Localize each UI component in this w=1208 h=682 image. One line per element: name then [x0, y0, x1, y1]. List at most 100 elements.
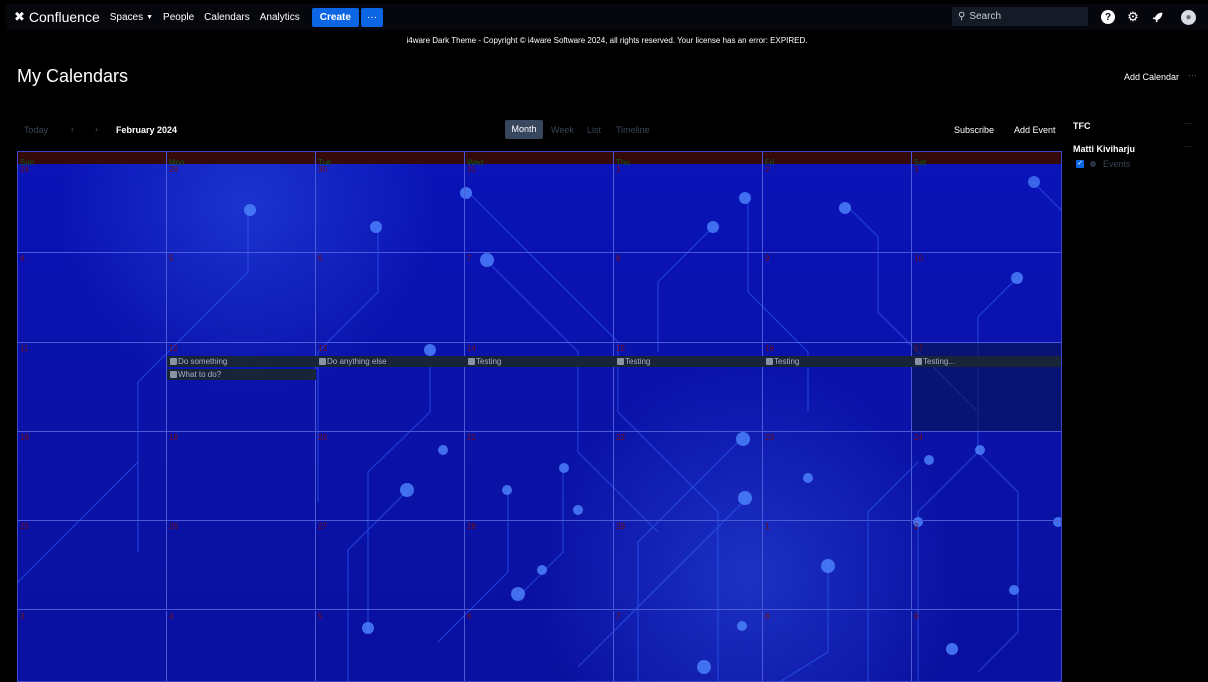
- add-event-button[interactable]: Add Event: [1014, 125, 1056, 135]
- day-number[interactable]: 6: [467, 612, 471, 621]
- day-number[interactable]: 13: [318, 344, 327, 353]
- day-cell[interactable]: 7: [614, 610, 763, 681]
- day-cell[interactable]: 6: [316, 253, 465, 343]
- day-cell[interactable]: 2: [912, 521, 1061, 611]
- day-cell[interactable]: 21: [465, 431, 614, 522]
- day-cell[interactable]: 25: [18, 521, 167, 611]
- day-number[interactable]: 23: [765, 433, 774, 442]
- day-number[interactable]: 5: [169, 254, 173, 263]
- day-number[interactable]: 3: [914, 165, 918, 174]
- calendar-event[interactable]: Do anything else: [316, 356, 465, 367]
- view-month-button[interactable]: Month: [505, 120, 543, 139]
- day-number[interactable]: 8: [616, 254, 620, 263]
- day-number[interactable]: 7: [616, 612, 620, 621]
- day-cell[interactable]: 24: [912, 432, 1061, 522]
- subcalendar-label[interactable]: Events: [1103, 159, 1131, 169]
- day-cell[interactable]: 31: [465, 164, 614, 254]
- calendar-event[interactable]: Testing: [465, 356, 614, 367]
- day-number[interactable]: 6: [318, 254, 322, 263]
- day-cell[interactable]: 10: [912, 253, 1061, 343]
- day-number[interactable]: 2: [914, 522, 918, 531]
- day-number[interactable]: 2: [765, 165, 769, 174]
- user-avatar[interactable]: ●: [1181, 10, 1196, 25]
- day-number[interactable]: 16: [765, 344, 774, 353]
- search-input[interactable]: ⚲ Search: [952, 7, 1088, 26]
- day-cell[interactable]: 29: [167, 164, 316, 254]
- calendar-event[interactable]: Testing...: [912, 356, 1061, 367]
- day-number[interactable]: 18: [20, 433, 29, 442]
- create-button[interactable]: Create: [311, 7, 359, 27]
- notifications-rocket-icon[interactable]: [1149, 9, 1165, 25]
- day-number[interactable]: 19: [169, 433, 178, 442]
- day-number[interactable]: 14: [467, 344, 476, 353]
- day-number[interactable]: 29: [616, 522, 625, 531]
- day-cell[interactable]: 28: [18, 164, 167, 254]
- day-cell[interactable]: 28: [465, 521, 614, 611]
- subscribe-button[interactable]: Subscribe: [954, 125, 994, 135]
- today-button[interactable]: Today: [24, 125, 48, 135]
- day-number[interactable]: 25: [20, 522, 29, 531]
- day-cell[interactable]: 29: [614, 521, 763, 611]
- calendar-name-tfc[interactable]: TFC: [1073, 121, 1091, 131]
- day-cell[interactable]: 2: [763, 164, 912, 254]
- view-list-button[interactable]: List: [587, 125, 601, 135]
- prev-month-icon[interactable]: ‹: [71, 124, 74, 134]
- calendar-event[interactable]: What to do?: [167, 369, 316, 380]
- day-cell[interactable]: 26: [167, 521, 316, 611]
- checkbox-checked-icon[interactable]: ✓: [1076, 160, 1084, 168]
- day-number[interactable]: 9: [914, 612, 918, 621]
- day-number[interactable]: 17: [914, 344, 923, 353]
- day-cell[interactable]: 1: [614, 164, 763, 254]
- calendar-name-matti[interactable]: Matti Kiviharju: [1073, 144, 1135, 154]
- create-more-button[interactable]: ···: [360, 7, 383, 27]
- day-cell[interactable]: 20: [316, 431, 465, 522]
- day-number[interactable]: 30: [318, 165, 327, 174]
- day-cell[interactable]: 8: [763, 610, 912, 681]
- calendar-matti-more-button[interactable]: ···: [1184, 142, 1192, 151]
- day-number[interactable]: 9: [765, 254, 769, 263]
- day-cell[interactable]: 5: [167, 253, 316, 343]
- day-number[interactable]: 15: [616, 344, 625, 353]
- confluence-logo[interactable]: ✖ Confluence: [14, 9, 100, 25]
- view-week-button[interactable]: Week: [551, 125, 574, 135]
- add-calendar-button[interactable]: Add Calendar: [1124, 72, 1179, 82]
- day-number[interactable]: 1: [616, 165, 620, 174]
- nav-spaces[interactable]: Spaces ▼: [110, 12, 153, 23]
- day-number[interactable]: 11: [20, 344, 28, 353]
- day-number[interactable]: 24: [914, 433, 923, 442]
- help-icon[interactable]: ?: [1101, 10, 1115, 24]
- day-cell[interactable]: 11: [18, 342, 167, 432]
- day-cell[interactable]: 19: [167, 431, 316, 522]
- day-number[interactable]: 10: [914, 254, 923, 263]
- day-number[interactable]: 4: [20, 254, 24, 263]
- day-cell[interactable]: 23: [763, 431, 912, 522]
- calendar-event[interactable]: Testing: [614, 356, 763, 367]
- day-number[interactable]: 5: [318, 612, 322, 621]
- day-number[interactable]: 4: [169, 612, 173, 621]
- nav-people[interactable]: People: [163, 12, 194, 23]
- day-cell[interactable]: 4: [18, 253, 167, 343]
- next-month-icon[interactable]: ›: [95, 124, 98, 134]
- day-number[interactable]: 12: [169, 344, 178, 353]
- day-number[interactable]: 20: [318, 433, 327, 442]
- settings-gear-icon[interactable]: ⚙: [1125, 9, 1141, 25]
- calendar-event[interactable]: Testing: [763, 356, 912, 367]
- calendar-event[interactable]: Do something: [167, 356, 316, 367]
- day-number[interactable]: 7: [467, 254, 471, 263]
- day-cell[interactable]: 9: [763, 253, 912, 343]
- day-number[interactable]: 31: [467, 165, 476, 174]
- day-cell[interactable]: 30: [316, 164, 465, 254]
- nav-analytics[interactable]: Analytics: [260, 12, 300, 23]
- day-cell[interactable]: 27: [316, 521, 465, 611]
- day-cell[interactable]: 18: [18, 431, 167, 522]
- day-cell[interactable]: 6: [465, 610, 614, 681]
- day-cell[interactable]: 3: [18, 610, 167, 681]
- day-number[interactable]: 29: [169, 165, 178, 174]
- day-cell[interactable]: 4: [167, 610, 316, 681]
- day-number[interactable]: 22: [616, 433, 625, 442]
- day-number[interactable]: 8: [765, 612, 769, 621]
- nav-calendars[interactable]: Calendars: [204, 12, 250, 23]
- day-cell[interactable]: 7: [465, 253, 614, 343]
- day-number[interactable]: 28: [467, 522, 476, 531]
- day-cell[interactable]: 1: [763, 521, 912, 611]
